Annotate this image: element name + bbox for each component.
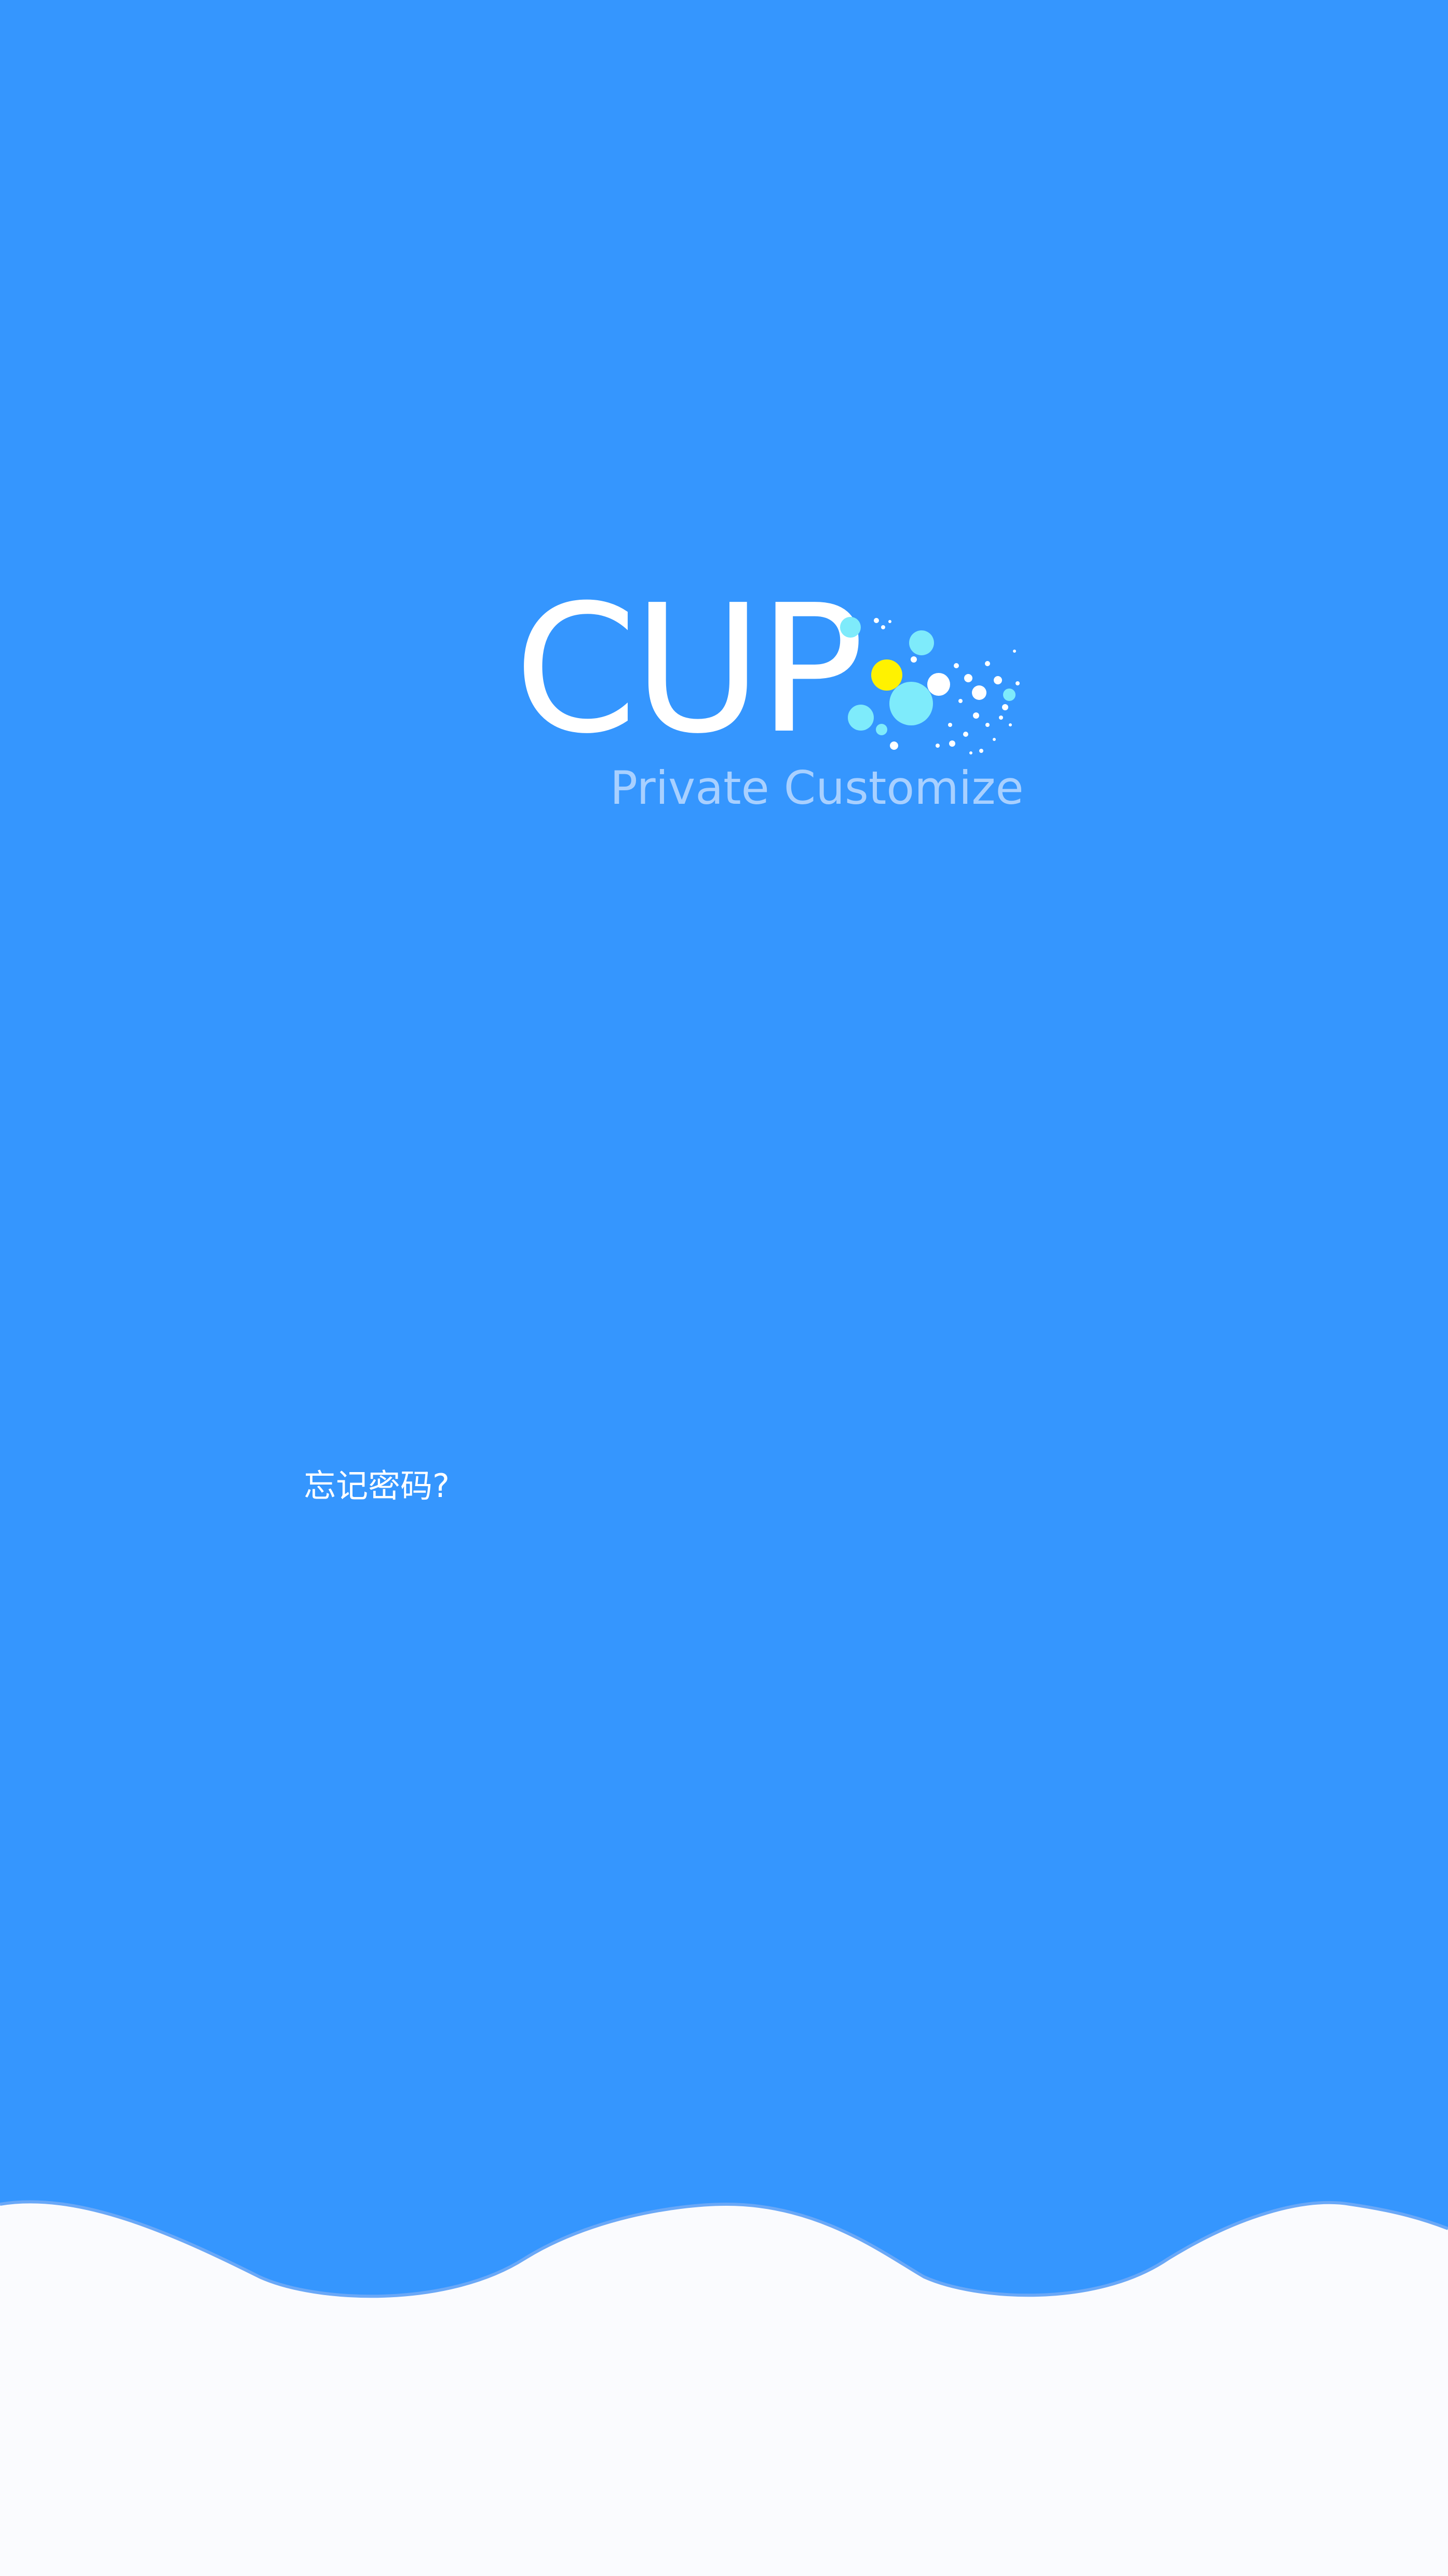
bottom-wave bbox=[0, 2200, 1448, 2576]
logo-wordmark: CUP bbox=[514, 567, 864, 773]
login-screen: CUP Private Customize 忘记密码? bbox=[0, 0, 1448, 2576]
forgot-password-link[interactable]: 忘记密码? bbox=[304, 1467, 450, 1505]
app-logo: CUP Private Customize bbox=[514, 582, 1033, 826]
bubbles-icon bbox=[840, 617, 1020, 754]
logo-tagline: Private Customize bbox=[610, 761, 1024, 815]
